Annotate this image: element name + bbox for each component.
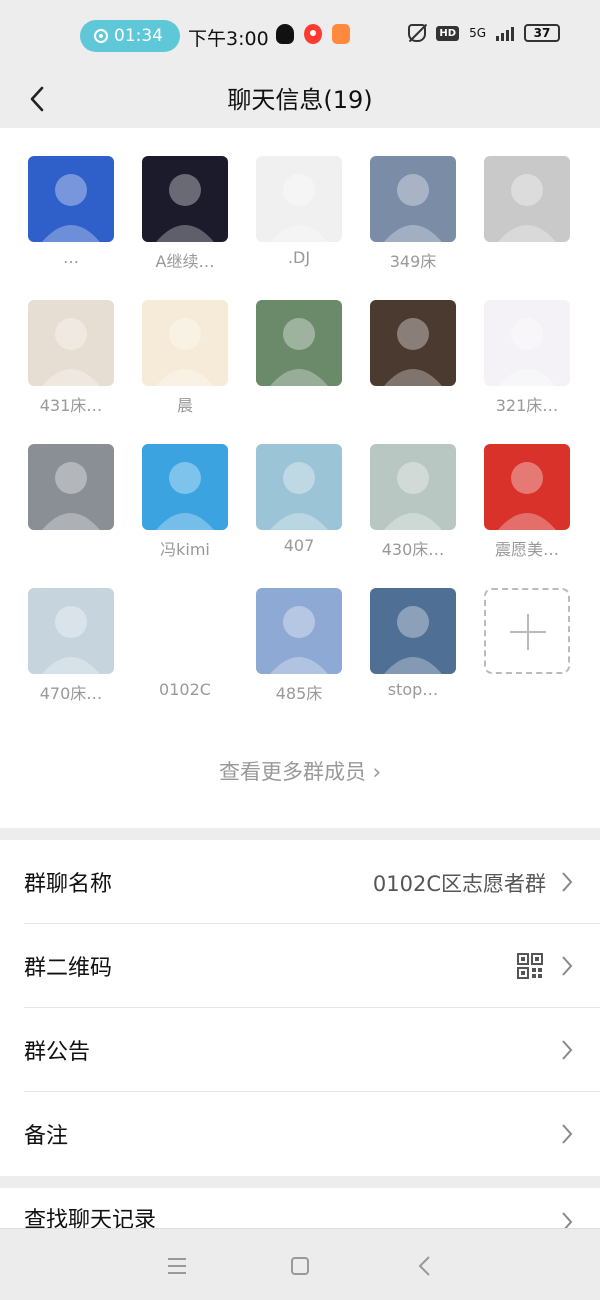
member-tile[interactable]: … bbox=[28, 156, 114, 267]
member-avatar[interactable] bbox=[484, 444, 570, 530]
member-avatar[interactable] bbox=[142, 300, 228, 386]
system-icons: HD 5G 37 bbox=[408, 24, 560, 42]
member-tile[interactable]: 冯kimi bbox=[142, 444, 228, 559]
member-avatar[interactable] bbox=[256, 444, 342, 530]
member-avatar[interactable] bbox=[28, 444, 114, 530]
member-avatar[interactable] bbox=[484, 156, 570, 242]
member-avatar[interactable] bbox=[28, 156, 114, 242]
member-tile[interactable]: 349床 bbox=[370, 156, 456, 271]
member-tile[interactable] bbox=[370, 300, 456, 386]
member-avatar[interactable] bbox=[256, 300, 342, 386]
member-grid: … A继续… .DJ 349床 431床… 晨 321床… 冯kimi 407 430床… 震愿美…… bbox=[28, 156, 576, 703]
member-avatar[interactable] bbox=[28, 588, 114, 674]
search-history-label: 查找聊天记录 bbox=[24, 1208, 157, 1228]
status-bar: 01:34 下午3:00 HD 5G 37 bbox=[0, 0, 600, 70]
member-tile[interactable]: 431床… bbox=[28, 300, 114, 415]
title-bar: 聊天信息(19) bbox=[0, 70, 600, 128]
member-avatar[interactable] bbox=[370, 444, 456, 530]
add-member-button[interactable] bbox=[484, 588, 570, 674]
member-name: 晨 bbox=[176, 396, 193, 415]
member-avatar[interactable] bbox=[484, 300, 570, 386]
member-name: 485床 bbox=[275, 684, 323, 703]
record-notify-icon bbox=[304, 24, 322, 44]
network-label: 5G bbox=[469, 26, 486, 40]
member-avatar[interactable] bbox=[142, 156, 228, 242]
remark-label: 备注 bbox=[24, 1124, 69, 1149]
group-name-value: 0102C区志愿者群 bbox=[372, 872, 546, 896]
member-tile[interactable]: 470床… bbox=[28, 588, 114, 703]
member-name: 470床… bbox=[39, 684, 103, 703]
settings-list-2: 查找聊天记录 bbox=[0, 1188, 600, 1228]
group-notice-label: 群公告 bbox=[24, 1040, 91, 1065]
member-avatar[interactable] bbox=[370, 156, 456, 242]
chevron-right-icon bbox=[562, 872, 573, 892]
chevron-right-icon bbox=[562, 1212, 573, 1228]
notification-icons bbox=[276, 24, 350, 44]
member-avatar[interactable] bbox=[142, 444, 228, 530]
member-panel: … A继续… .DJ 349床 431床… 晨 321床… 冯kimi 407 430床… 震愿美…… bbox=[0, 128, 600, 828]
member-avatar[interactable] bbox=[370, 588, 456, 674]
member-name: stop… bbox=[387, 680, 439, 699]
member-name: 431床… bbox=[39, 396, 103, 415]
member-avatar[interactable] bbox=[142, 588, 228, 674]
member-name: 321床… bbox=[495, 396, 559, 415]
member-name: 冯kimi bbox=[160, 540, 210, 559]
member-tile[interactable]: 485床 bbox=[256, 588, 342, 703]
status-clock: 下午3:00 bbox=[188, 28, 269, 50]
member-avatar[interactable] bbox=[28, 300, 114, 386]
member-name: .DJ bbox=[287, 248, 311, 267]
member-name: 349床 bbox=[389, 252, 437, 271]
member-tile[interactable]: 321床… bbox=[484, 300, 570, 415]
record-icon bbox=[94, 29, 108, 43]
member-name: 0102C bbox=[159, 680, 211, 699]
menu-icon[interactable] bbox=[162, 1251, 192, 1281]
member-name: A继续… bbox=[155, 252, 215, 271]
member-tile[interactable]: .DJ bbox=[256, 156, 342, 267]
record-time: 01:34 bbox=[114, 26, 163, 46]
app-notify-icon bbox=[332, 24, 350, 44]
member-name: 407 bbox=[283, 536, 315, 555]
search-history-row[interactable]: 查找聊天记录 bbox=[24, 1188, 600, 1228]
plus-icon bbox=[484, 588, 570, 674]
settings-list: 群聊名称 0102C区志愿者群 群二维码 群公告 备注 bbox=[0, 840, 600, 1176]
back-icon[interactable] bbox=[410, 1251, 440, 1281]
battery-icon: 37 bbox=[524, 24, 560, 42]
signal-icon bbox=[496, 25, 514, 41]
hd-icon: HD bbox=[436, 25, 460, 41]
member-avatar[interactable] bbox=[370, 300, 456, 386]
group-name-row[interactable]: 群聊名称 0102C区志愿者群 bbox=[24, 840, 600, 924]
member-tile[interactable] bbox=[484, 156, 570, 242]
member-avatar[interactable] bbox=[256, 156, 342, 242]
member-tile[interactable]: A继续… bbox=[142, 156, 228, 271]
member-tile[interactable]: 0102C bbox=[142, 588, 228, 699]
view-more-members-link[interactable]: 查看更多群成员 › bbox=[0, 756, 600, 786]
member-tile[interactable]: 430床… bbox=[370, 444, 456, 559]
member-tile[interactable]: 晨 bbox=[142, 300, 228, 415]
group-qr-row[interactable]: 群二维码 bbox=[24, 924, 600, 1008]
remark-row[interactable]: 备注 bbox=[24, 1092, 600, 1176]
member-tile[interactable] bbox=[28, 444, 114, 530]
member-tile[interactable]: stop… bbox=[370, 588, 456, 699]
mute-icon bbox=[408, 24, 427, 42]
system-nav-bar bbox=[0, 1228, 600, 1300]
group-qr-label: 群二维码 bbox=[24, 956, 113, 981]
page-title: 聊天信息(19) bbox=[227, 86, 373, 114]
member-avatar[interactable] bbox=[256, 588, 342, 674]
member-name: … bbox=[63, 248, 79, 267]
chevron-right-icon bbox=[562, 1040, 573, 1060]
group-notice-row[interactable]: 群公告 bbox=[24, 1008, 600, 1092]
chevron-right-icon bbox=[562, 956, 573, 976]
member-tile[interactable]: 407 bbox=[256, 444, 342, 555]
chevron-right-icon bbox=[562, 1124, 573, 1144]
member-tile[interactable] bbox=[256, 300, 342, 386]
member-tile[interactable]: 震愿美… bbox=[484, 444, 570, 559]
qr-code-icon bbox=[517, 953, 543, 979]
group-name-label: 群聊名称 bbox=[24, 872, 113, 897]
member-name: 430床… bbox=[381, 540, 445, 559]
screen-record-pill[interactable]: 01:34 bbox=[80, 20, 180, 52]
home-icon[interactable] bbox=[285, 1251, 315, 1281]
qq-icon bbox=[276, 24, 294, 44]
member-name: 震愿美… bbox=[494, 540, 559, 559]
